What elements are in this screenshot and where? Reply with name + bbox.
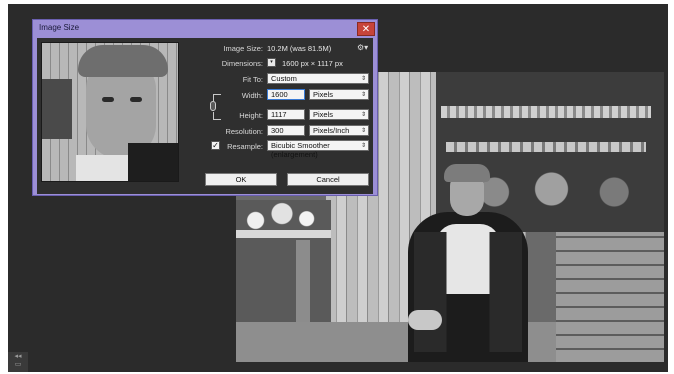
height-unit-selected: Pixels	[313, 110, 334, 119]
width-label: Width:	[241, 91, 263, 100]
close-button[interactable]: ✕	[357, 22, 375, 36]
resolution-unit-selected: Pixels/Inch	[313, 126, 350, 135]
image-size-value: 10.2M (was 81.5M)	[267, 44, 332, 53]
preview-cap	[78, 45, 168, 77]
close-icon: ✕	[361, 24, 371, 35]
image-size-dialog: Image Size ✕ Image Size: 10.2M (was 81.5…	[32, 19, 378, 196]
resolution-field[interactable]: 300	[267, 125, 305, 136]
panel-toggle-icon: ▭	[14, 360, 22, 368]
image-preview[interactable]	[41, 42, 179, 182]
resample-checkbox[interactable]: ✓	[211, 141, 220, 150]
preview-eye-left	[102, 97, 114, 102]
resample-select[interactable]: Bicubic Smoother (enlargement) ⇕	[267, 140, 369, 159]
height-field[interactable]: 1117	[267, 109, 305, 120]
chain-link-icon[interactable]	[210, 101, 216, 111]
preview-vest	[128, 143, 178, 181]
width-unit-selected: Pixels	[313, 90, 334, 99]
fit-to-label: Fit To:	[242, 75, 263, 84]
resample-selected: Bicubic Smoother (enlargement)	[271, 141, 330, 159]
image-size-label: Image Size:	[223, 44, 263, 53]
chain-bottom-vertical	[213, 112, 214, 119]
photo-person-hands	[408, 310, 442, 330]
ok-button[interactable]: OK	[205, 173, 277, 186]
chevron-updown-icon: ⇕	[360, 91, 366, 98]
chain-top-vertical	[213, 94, 214, 101]
width-unit-select[interactable]: Pixels ⇕	[309, 89, 369, 100]
resolution-label: Resolution:	[225, 127, 263, 136]
fit-to-selected: Custom	[271, 74, 297, 83]
gear-icon[interactable]: ⚙▾	[357, 43, 368, 52]
chevron-updown-icon: ⇕	[360, 127, 366, 134]
dialog-titlebar[interactable]: Image Size ✕	[33, 20, 377, 38]
expand-panels-icon: ◂◂	[14, 352, 22, 360]
checkbox-icon: ✓	[212, 141, 219, 150]
panel-collapse-handle[interactable]: ◂◂ ▭	[8, 352, 28, 372]
cancel-button[interactable]: Cancel	[287, 173, 369, 186]
resolution-unit-select[interactable]: Pixels/Inch ⇕	[309, 125, 369, 136]
dimensions-label: Dimensions:	[221, 59, 263, 68]
chevron-down-icon: ▾	[270, 59, 273, 65]
height-label: Height:	[239, 111, 263, 120]
dimensions-value: 1600 px × 1117 px	[282, 59, 343, 68]
dimensions-unit-toggle[interactable]: ▾	[267, 58, 276, 67]
height-unit-select[interactable]: Pixels ⇕	[309, 109, 369, 120]
photo-person-vest	[414, 232, 522, 352]
chevron-updown-icon: ⇕	[360, 142, 366, 149]
dialog-title: Image Size	[39, 23, 80, 32]
fit-to-select[interactable]: Custom ⇕	[267, 73, 369, 84]
chevron-updown-icon: ⇕	[360, 111, 366, 118]
dialog-body: Image Size: 10.2M (was 81.5M) ⚙▾ Dimensi…	[37, 38, 373, 194]
photo-crate	[556, 232, 664, 362]
photo-shells	[238, 200, 326, 234]
photo-pottery	[466, 156, 656, 216]
preview-shadow	[42, 79, 72, 139]
preview-eye-right	[130, 97, 142, 102]
photo-carved-trim	[441, 106, 651, 118]
width-field[interactable]: 1600	[267, 89, 305, 100]
chevron-updown-icon: ⇕	[360, 75, 366, 82]
photo-person-cap	[444, 164, 490, 182]
photo-carved-trim-lower	[446, 142, 646, 152]
resample-label: Resample:	[227, 142, 263, 151]
